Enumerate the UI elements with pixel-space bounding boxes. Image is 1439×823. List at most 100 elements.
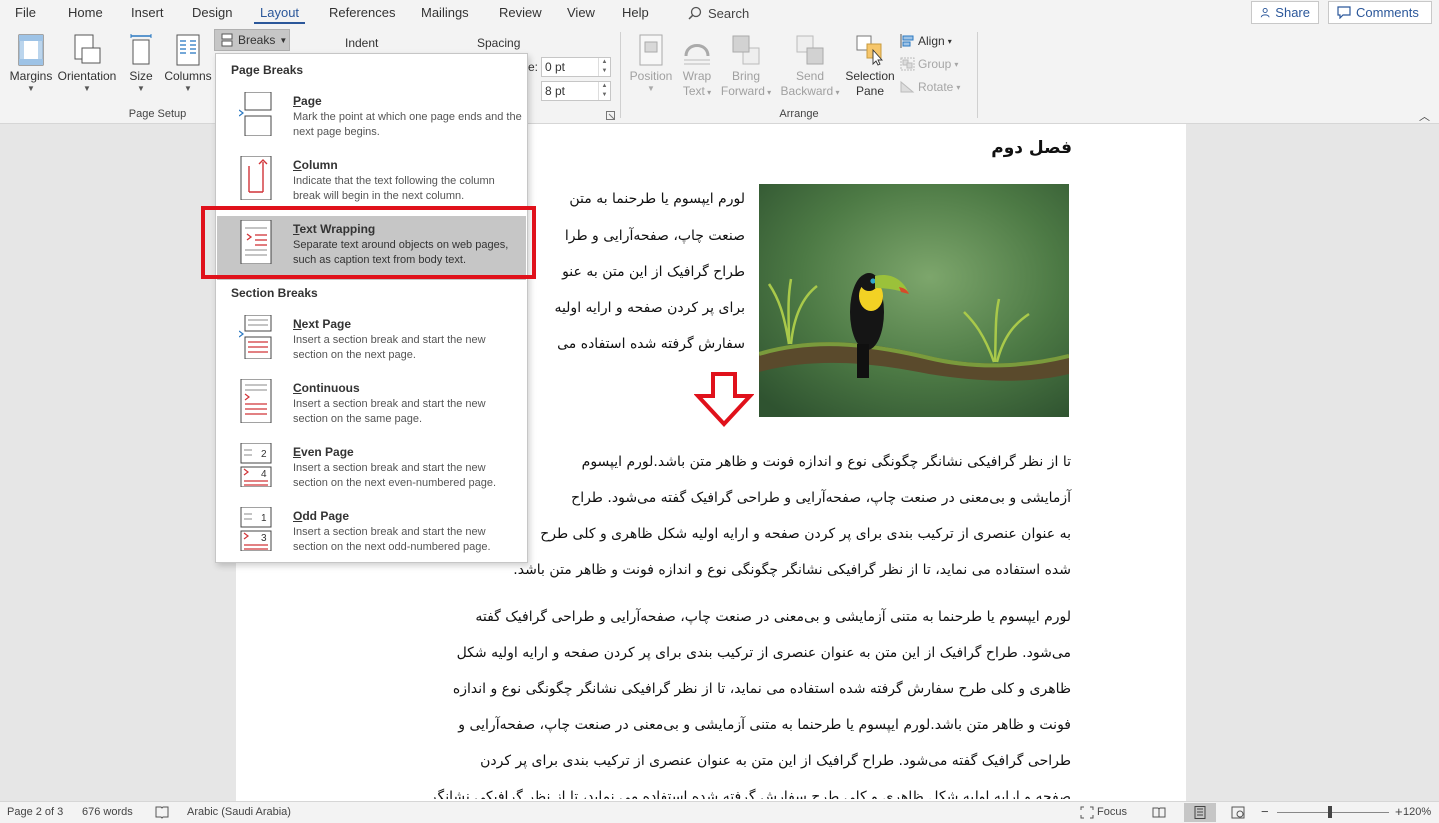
group-button[interactable]: Group ▾ xyxy=(900,57,958,71)
chevron-down-icon: ▼ xyxy=(83,84,91,93)
focus-button[interactable]: Focus xyxy=(1097,806,1127,818)
tab-layout[interactable]: Layout xyxy=(254,4,306,24)
next-page-break-item[interactable]: Next Page Insert a section break and sta… xyxy=(217,311,526,375)
wrapped-text-line: صنعت چاپ، صفحه‌آرایی و طرا xyxy=(564,228,745,244)
document-heading: فصل دوم xyxy=(991,138,1072,158)
wrapped-text-line: طراح گرافیک از این متن به عنو xyxy=(562,264,745,280)
print-layout-button[interactable] xyxy=(1184,803,1216,822)
read-mode-icon[interactable] xyxy=(1152,806,1166,819)
svg-text:1: 1 xyxy=(261,513,267,524)
tab-file[interactable]: File xyxy=(9,4,42,24)
breaks-label: Breaks xyxy=(238,33,276,47)
indent-label: Indent xyxy=(345,36,379,50)
orientation-button[interactable]: Orientation ▼ xyxy=(56,34,118,94)
columns-button[interactable]: Columns ▼ xyxy=(162,34,214,94)
spinner-arrows-icon[interactable]: ▲ ▼ xyxy=(598,82,610,100)
chevron-down-icon: ▼ xyxy=(184,84,192,93)
send-backward-label-2: Backward xyxy=(780,84,834,98)
share-button[interactable]: Share xyxy=(1251,1,1319,24)
group-label: Group xyxy=(918,57,952,71)
orientation-icon xyxy=(74,34,101,64)
chevron-down-icon: ▼ xyxy=(27,84,35,93)
spinner-arrows-icon[interactable]: ▲ ▼ xyxy=(598,58,610,76)
status-bar: Page 2 of 3 676 words Arabic (Saudi Arab… xyxy=(0,801,1439,823)
zoom-slider-thumb[interactable] xyxy=(1328,806,1332,818)
continuous-description: Insert a section break and start the new… xyxy=(293,398,486,425)
selection-pane-button[interactable]: Selection Pane xyxy=(842,34,898,99)
continuous-title: Continuous xyxy=(293,381,360,395)
word-count[interactable]: 676 words xyxy=(82,806,133,818)
svg-text:3: 3 xyxy=(261,533,267,544)
send-backward-icon xyxy=(796,35,824,65)
page-count[interactable]: Page 2 of 3 xyxy=(7,806,63,818)
tab-design[interactable]: Design xyxy=(186,4,238,24)
tab-references[interactable]: References xyxy=(323,4,401,24)
text-wrapping-highlight-box xyxy=(201,206,536,279)
spacing-after-value: 8 pt xyxy=(545,84,566,98)
wrap-text-icon xyxy=(684,44,710,65)
orientation-label: Orientation xyxy=(57,69,117,83)
column-break-description: Indicate that the text following the col… xyxy=(293,175,495,202)
svg-text:4: 4 xyxy=(261,469,267,480)
comments-button[interactable]: Comments xyxy=(1328,1,1432,24)
zoom-in-button[interactable]: + xyxy=(1395,804,1403,819)
odd-page-description: Insert a section break and start the new… xyxy=(293,526,491,553)
send-backward-label-1: Send xyxy=(795,69,825,83)
spacing-after-input[interactable]: 8 pt ▲ ▼ xyxy=(541,81,611,101)
paragraph-line: فونت و ظاهر متن باشد.لورم ایپسوم یا طرحن… xyxy=(458,717,1071,733)
tab-view[interactable]: View xyxy=(561,4,601,24)
page-break-item[interactable]: Page Mark the point at which one page en… xyxy=(217,88,526,152)
web-layout-icon[interactable] xyxy=(1231,806,1245,819)
wrap-text-button[interactable]: Wrap Text ▾ xyxy=(677,34,717,100)
tab-help[interactable]: Help xyxy=(616,4,655,24)
tab-mailings[interactable]: Mailings xyxy=(415,4,475,24)
position-label: Position xyxy=(629,69,673,83)
breaks-button[interactable]: Breaks ▼ xyxy=(214,29,290,51)
comment-icon xyxy=(1337,6,1351,19)
margins-button[interactable]: Margins ▼ xyxy=(6,34,56,94)
dialog-launcher-icon[interactable] xyxy=(606,111,615,120)
position-button[interactable]: Position ▼ xyxy=(626,34,676,94)
next-page-break-icon xyxy=(239,315,272,359)
send-backward-button[interactable]: Send Backward ▾ xyxy=(776,34,844,100)
tab-home[interactable]: Home xyxy=(62,4,109,24)
toucan-photo[interactable] xyxy=(759,184,1069,417)
spacing-label: Spacing xyxy=(477,36,521,50)
selection-pane-label-2: Pane xyxy=(855,84,885,98)
odd-page-break-item[interactable]: 13 Odd Page Insert a section break and s… xyxy=(217,503,526,567)
proofing-icon[interactable] xyxy=(155,806,169,819)
zoom-slider-track[interactable] xyxy=(1277,812,1389,813)
paragraph-line: لورم ایپسوم یا طرحنما به متنی آزمایشی و … xyxy=(475,609,1071,625)
tab-insert[interactable]: Insert xyxy=(125,4,170,24)
search-icon xyxy=(688,6,702,20)
align-button[interactable]: Align ▾ xyxy=(900,34,952,48)
wrap-text-label-2: Text xyxy=(682,84,705,98)
page-break-description: Mark the point at which one page ends an… xyxy=(293,111,522,138)
bring-forward-button[interactable]: Bring Forward ▾ xyxy=(717,34,775,100)
wrapped-text-line: لورم ایپسوم یا طرحنما به متن xyxy=(569,191,745,207)
zoom-level[interactable]: 120% xyxy=(1403,806,1431,818)
even-page-break-item[interactable]: 24 Even Page Insert a section break and … xyxy=(217,439,526,503)
spacing-before-label: e: xyxy=(528,60,539,74)
size-button[interactable]: Size ▼ xyxy=(124,34,158,94)
tab-review[interactable]: Review xyxy=(493,4,548,24)
language-indicator[interactable]: Arabic (Saudi Arabia) xyxy=(187,806,291,818)
odd-page-break-icon: 13 xyxy=(240,507,272,551)
page-setup-group-label: Page Setup xyxy=(128,108,187,120)
search-box[interactable]: Search xyxy=(688,4,749,22)
continuous-break-item[interactable]: Continuous Insert a section break and st… xyxy=(217,375,526,439)
collapse-ribbon-icon[interactable]: ︿ xyxy=(1419,108,1430,124)
margins-icon xyxy=(18,34,44,66)
spacing-before-input[interactable]: 0 pt ▲ ▼ xyxy=(541,57,611,77)
share-icon xyxy=(1260,7,1270,18)
page-size-icon xyxy=(130,34,152,65)
odd-page-title: Odd Page xyxy=(293,509,350,523)
share-label: Share xyxy=(1275,5,1310,20)
rotate-button[interactable]: Rotate ▾ xyxy=(900,80,960,94)
bring-forward-label-1: Bring xyxy=(731,69,760,83)
down-arrow-annotation-icon xyxy=(694,372,754,427)
zoom-out-button[interactable]: − xyxy=(1261,804,1269,819)
page-breaks-header: Page Breaks xyxy=(231,63,304,77)
next-page-title: Next Page xyxy=(293,317,352,331)
comments-label: Comments xyxy=(1356,5,1419,20)
